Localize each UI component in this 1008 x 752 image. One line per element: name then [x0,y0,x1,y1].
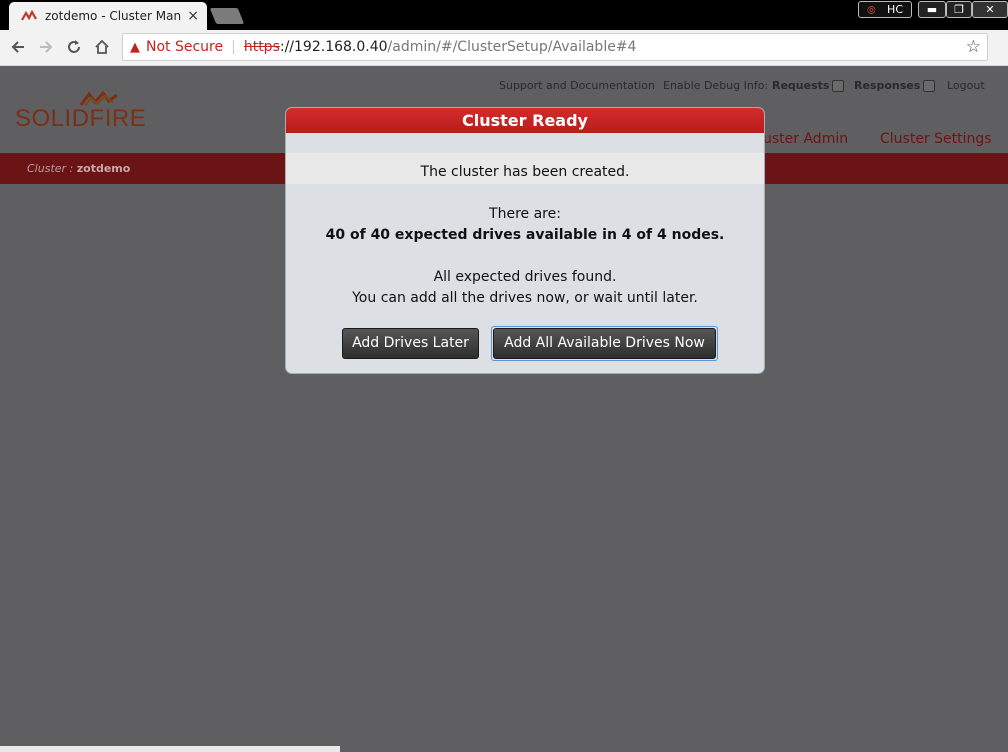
browser-tab[interactable]: zotdemo - Cluster Man × [9,2,207,30]
created-text: The cluster has been created. [420,164,630,180]
there-are-text: There are: [489,206,561,222]
requests-label: Requests [772,79,830,92]
logo-solid: SOLID [15,105,90,132]
solidfire-logo: SOLIDFIRE [15,91,146,132]
drives-found-text: All expected drives found. [433,269,617,285]
url-host: ://192.168.0.40 [279,39,388,55]
responses-checkbox[interactable] [923,80,936,92]
cluster-prefix: Cluster : [27,162,74,175]
requests-checkbox[interactable] [832,80,845,92]
debug-info-label: Enable Debug Info: [663,79,769,92]
close-window-icon: ✕ [985,3,995,16]
responses-label: Responses [854,79,921,92]
back-arrow-icon [11,41,24,53]
restore-icon: ❐ [954,3,964,16]
requests-toggle[interactable]: Requests [772,79,845,93]
browser-toolbar: ▲ Not Secure | https://192.168.0.40/admi… [0,30,1008,66]
url-path: /admin/#/ClusterSetup/Available#4 [387,39,637,55]
tab-close-icon[interactable]: × [187,8,199,24]
menu-cluster-admin[interactable]: uster Admin [763,131,848,147]
responses-toggle[interactable]: Responses [854,79,936,93]
bookmark-star-icon[interactable]: ☆ [966,37,981,57]
hc-logo-icon: ⦾ [867,4,876,17]
advice-text: You can add all the drives now, or wait … [352,290,698,306]
logo-wordmark: SOLIDFIRE [15,105,146,133]
support-link[interactable]: Support and Documentation [499,79,655,93]
cluster-label: Cluster : zotdemo [27,162,130,175]
tab-title: zotdemo - Cluster Man [45,9,182,23]
forward-arrow-icon [40,41,53,53]
cluster-name: zotdemo [76,162,131,175]
minimize-icon: ▬ [926,3,938,16]
browser-titlebar: zotdemo - Cluster Man × ⦾ HC ▬ ❐ ✕ [0,0,1008,30]
bottom-status-strip [0,746,340,752]
home-icon [95,39,109,54]
drives-summary-text: 40 of 40 expected drives available in 4 … [325,227,725,243]
new-tab-button[interactable] [209,8,245,24]
menu-cluster-settings[interactable]: Cluster Settings [880,131,992,147]
add-drives-later-button[interactable]: Add Drives Later [342,328,479,359]
logo-fire: FIRE [89,105,147,132]
add-all-drives-now-button[interactable]: Add All Available Drives Now [493,328,716,359]
close-window-button[interactable]: ✕ [972,1,1008,18]
reload-icon [68,40,80,53]
back-button[interactable] [7,36,29,58]
address-bar[interactable]: ▲ Not Secure | https://192.168.0.40/admi… [122,33,988,61]
solidfire-favicon-icon [21,10,37,21]
forward-button[interactable] [35,36,57,58]
minimize-button[interactable]: ▬ [918,1,946,18]
hc-extension-badge[interactable]: ⦾ HC [858,1,912,18]
home-button[interactable] [91,36,113,58]
not-secure-label: Not Secure [146,39,224,55]
warning-triangle-icon: ▲ [130,39,140,55]
dialog-title: Cluster Ready [286,108,764,133]
omnibox-separator: | [231,39,236,55]
url-scheme: https [243,39,280,55]
cluster-ready-dialog: Cluster Ready The cluster has been creat… [285,107,765,374]
reload-button[interactable] [63,36,85,58]
hc-label: HC [887,3,903,16]
restore-button[interactable]: ❐ [946,1,972,18]
logout-link[interactable]: Logout [947,79,985,93]
